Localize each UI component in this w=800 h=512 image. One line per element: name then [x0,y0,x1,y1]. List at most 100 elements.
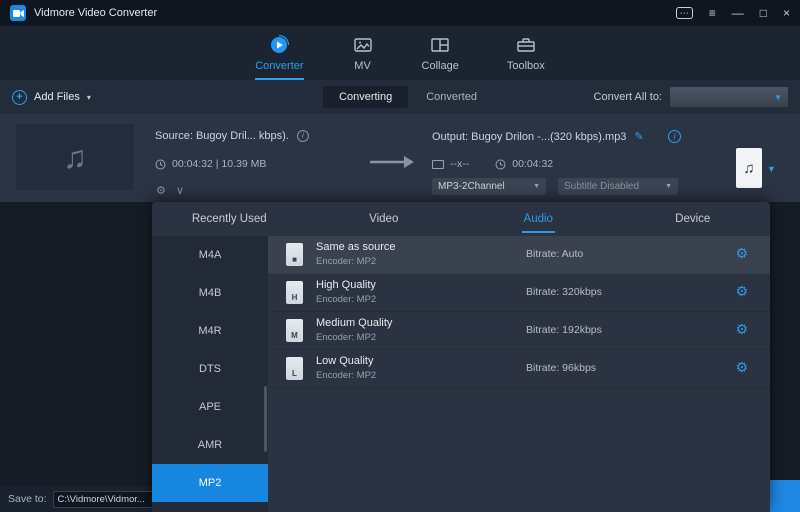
popup-tab-recently-used[interactable]: Recently Used [152,202,307,236]
tab-converting[interactable]: Converting [323,86,408,108]
file-row: ♫ Source: Bugoy Dril... kbps). i 00:04:3… [0,114,800,202]
source-duration-size: 00:04:32 | 10.39 MB [172,158,266,170]
convert-all-to-label: Convert All to: [594,91,662,103]
tab-collage[interactable]: Collage [422,34,459,80]
output-duration: 00:04:32 [512,158,553,170]
titlebar: Vidmore Video Converter ⋯ ≡ — □ × [0,0,800,26]
tab-toolbox[interactable]: Toolbox [507,34,545,80]
subtitle-caret-icon: ▼ [665,183,672,190]
profile-settings-gear-icon[interactable]: ⚙ [735,245,748,262]
edit-output-icon[interactable]: ✎ [634,130,643,143]
profile-file-icon: H [286,281,303,304]
source-row-tools: ⚙ ∨ [156,184,184,197]
profile-name: High Quality [316,279,376,291]
output-format-caret-icon[interactable]: ▼ [767,164,776,174]
tab-toolbox-label: Toolbox [507,60,545,72]
format-caret-icon: ▼ [533,183,540,190]
profile-file-icon: ■ [286,243,303,266]
output-info: Output: Bugoy Drilon -...(320 kbps).mp3 … [432,130,644,143]
toolbox-icon [515,34,537,56]
format-item-amr[interactable]: AMR [152,426,268,464]
queue-tabs: Converting Converted [323,86,477,108]
resolution-icon [432,160,444,169]
output-resolution: --x-- [450,158,469,170]
profile-name: Medium Quality [316,317,392,329]
source-info: Source: Bugoy Dril... kbps). i [155,130,309,142]
app-title: Vidmore Video Converter [34,7,157,19]
source-meta: 00:04:32 | 10.39 MB [155,158,266,170]
convert-all-button[interactable] [770,480,800,512]
tab-converted[interactable]: Converted [426,91,477,103]
clock-icon [155,159,166,170]
sidebar-scrollbar[interactable] [264,386,267,452]
music-note-icon: ♫ [63,139,87,176]
mv-icon [352,34,374,56]
convert-arrow-icon [368,154,416,175]
collage-icon [429,34,451,56]
source-thumbnail: ♫ [16,124,134,190]
format-item-m4r[interactable]: M4R [152,312,268,350]
profile-bitrate: Bitrate: Auto [526,248,583,260]
format-item-mp2[interactable]: MP2 [152,464,268,502]
profile-bitrate: Bitrate: 192kbps [526,324,602,336]
popup-tab-audio-label: Audio [522,205,555,233]
popup-tab-audio[interactable]: Audio [461,202,616,236]
maximize-icon[interactable]: □ [760,7,767,19]
profile-row-medium-quality[interactable]: M Medium Quality Encoder: MP2 Bitrate: 1… [268,312,770,350]
clock-icon [495,159,506,170]
format-sidebar: M4A M4B M4R DTS APE AMR MP2 [152,236,268,512]
output-meta: --x-- 00:04:32 [432,158,553,170]
format-dropdown-value: MP3-2Channel [438,181,528,192]
format-item-m4b[interactable]: M4B [152,274,268,312]
toolbar: + Add Files ▾ Converting Converted Conve… [0,80,800,114]
profile-row-low-quality[interactable]: L Low Quality Encoder: MP2 Bitrate: 96kb… [268,350,770,388]
source-info-icon[interactable]: i [297,130,309,142]
titlebar-controls: ⋯ ≡ — □ × [676,7,790,19]
output-filename: Output: Bugoy Drilon -...(320 kbps).mp3 [432,131,626,143]
save-path-field[interactable]: C:\Vidmore\Vidmor... [53,491,163,508]
add-files-label: Add Files [34,91,80,103]
subtitle-dropdown[interactable]: Subtitle Disabled ▼ [558,178,678,195]
profile-file-icon: L [286,357,303,380]
main-nav: Converter MV Collage Toolbox [0,26,800,80]
profile-settings-gear-icon[interactable]: ⚙ [735,283,748,300]
source-filename: Source: Bugoy Dril... kbps). [155,130,289,142]
tab-converter-label: Converter [255,60,303,72]
source-chevron-icon[interactable]: ∨ [176,184,184,197]
format-popup-tabs: Recently Used Video Audio Device [152,202,770,236]
profile-settings-gear-icon[interactable]: ⚙ [735,359,748,376]
profile-file-icon: M [286,319,303,342]
source-gear-icon[interactable]: ⚙ [156,184,166,197]
format-dropdown[interactable]: MP3-2Channel ▼ [432,178,546,195]
format-item-dts[interactable]: DTS [152,350,268,388]
convert-all-to-dropdown[interactable]: ▼ [670,87,788,107]
app-logo-icon [10,5,26,21]
profile-badge: ■ [292,254,297,266]
output-format-thumbnail[interactable]: ♫ [736,148,762,188]
popup-tab-device[interactable]: Device [616,202,771,236]
feedback-icon[interactable]: ⋯ [676,7,693,19]
profile-bitrate: Bitrate: 96kbps [526,362,596,374]
save-to-label: Save to: [8,493,47,505]
popup-tab-video[interactable]: Video [307,202,462,236]
output-info-icon[interactable]: i [668,130,681,143]
converter-icon [268,34,290,56]
plus-icon: + [12,90,27,105]
profile-row-same-as-source[interactable]: ■ Same as source Encoder: MP2 Bitrate: A… [268,236,770,274]
minimize-icon[interactable]: — [732,7,744,19]
menu-icon[interactable]: ≡ [709,7,716,19]
profile-row-high-quality[interactable]: H High Quality Encoder: MP2 Bitrate: 320… [268,274,770,312]
app-window: Vidmore Video Converter ⋯ ≡ — □ × Conver… [0,0,800,512]
tab-mv[interactable]: MV [352,34,374,80]
profile-settings-gear-icon[interactable]: ⚙ [735,321,748,338]
music-note-icon: ♫ [743,160,754,177]
profile-badge: H [292,292,298,304]
profile-name: Low Quality [316,355,373,367]
convert-all-to-group: Convert All to: ▼ [594,87,788,107]
format-item-m4a[interactable]: M4A [152,236,268,274]
format-item-ape[interactable]: APE [152,388,268,426]
popup-tab-recently-used-label: Recently Used [190,205,269,233]
close-icon[interactable]: × [783,7,790,19]
tab-converter[interactable]: Converter [255,34,303,80]
add-files-button[interactable]: + Add Files ▾ [12,90,91,105]
